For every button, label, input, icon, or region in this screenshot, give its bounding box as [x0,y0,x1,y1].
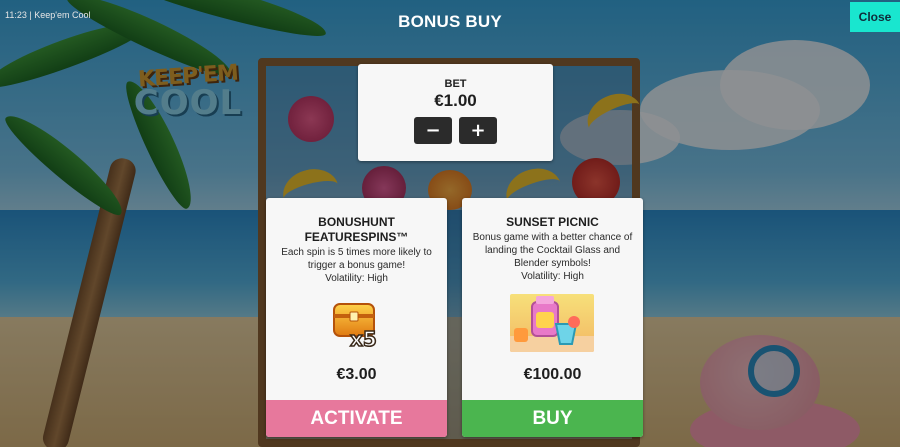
bet-value: €1.00 [434,91,477,110]
card-title: SUNSET PICNIC [462,215,643,230]
treasure-chest-icon: x5 [328,296,384,352]
card-title-line2: FEATURESPINS™ [304,230,409,244]
card-title: BONUSHUNT FEATURESPINS™ [266,215,447,245]
page-title: BONUS BUY [398,12,502,31]
bet-stepper: − + [358,117,553,144]
buy-button[interactable]: BUY [462,400,643,437]
decrease-bet-button[interactable]: − [414,117,452,144]
card-description: Each spin is 5 times more likely to trig… [281,247,432,271]
bet-label: BET [444,78,467,90]
bonushunt-featurespins-card: BONUSHUNT FEATURESPINS™ Each spin is 5 t… [266,198,447,437]
card-volatility: Volatility: High [325,273,388,284]
card-price: €3.00 [336,366,377,383]
sunset-picnic-card: SUNSET PICNIC Bonus game with a better c… [462,198,643,437]
card-title-line1: BONUSHUNT [318,215,395,229]
bet-panel: BET €1.00 − + [358,64,553,161]
card-description: Bonus game with a better chance of landi… [472,232,633,269]
x5-badge: x5 [350,327,377,350]
card-price: €100.00 [523,366,582,383]
top-bar: 11:23 | Keep'em Cool BONUS BUY Close [0,0,900,44]
increase-bet-button[interactable]: + [459,117,497,144]
close-button[interactable]: Close [850,2,900,32]
card-title-line1: SUNSET PICNIC [506,215,599,229]
card-volatility: Volatility: High [521,271,584,282]
picnic-blender-cocktail-icon [510,294,594,352]
activate-button[interactable]: ACTIVATE [266,400,447,437]
